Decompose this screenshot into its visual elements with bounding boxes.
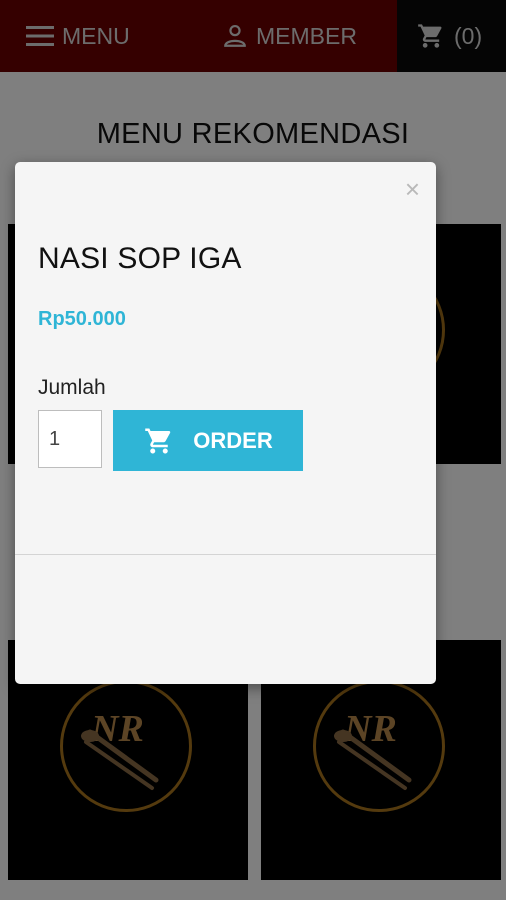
modal-divider: [15, 554, 436, 555]
order-button[interactable]: ORDER: [113, 410, 303, 471]
cart-icon: [145, 428, 171, 453]
add-to-cart-modal: × NASI SOP IGA Rp50.000 Jumlah ORDER: [15, 162, 436, 684]
order-label: ORDER: [193, 427, 273, 453]
close-icon[interactable]: ×: [405, 176, 420, 202]
product-price: Rp50.000: [38, 308, 126, 330]
quantity-input[interactable]: [38, 410, 102, 468]
product-name: NASI SOP IGA: [38, 242, 242, 275]
quantity-label: Jumlah: [38, 376, 106, 399]
